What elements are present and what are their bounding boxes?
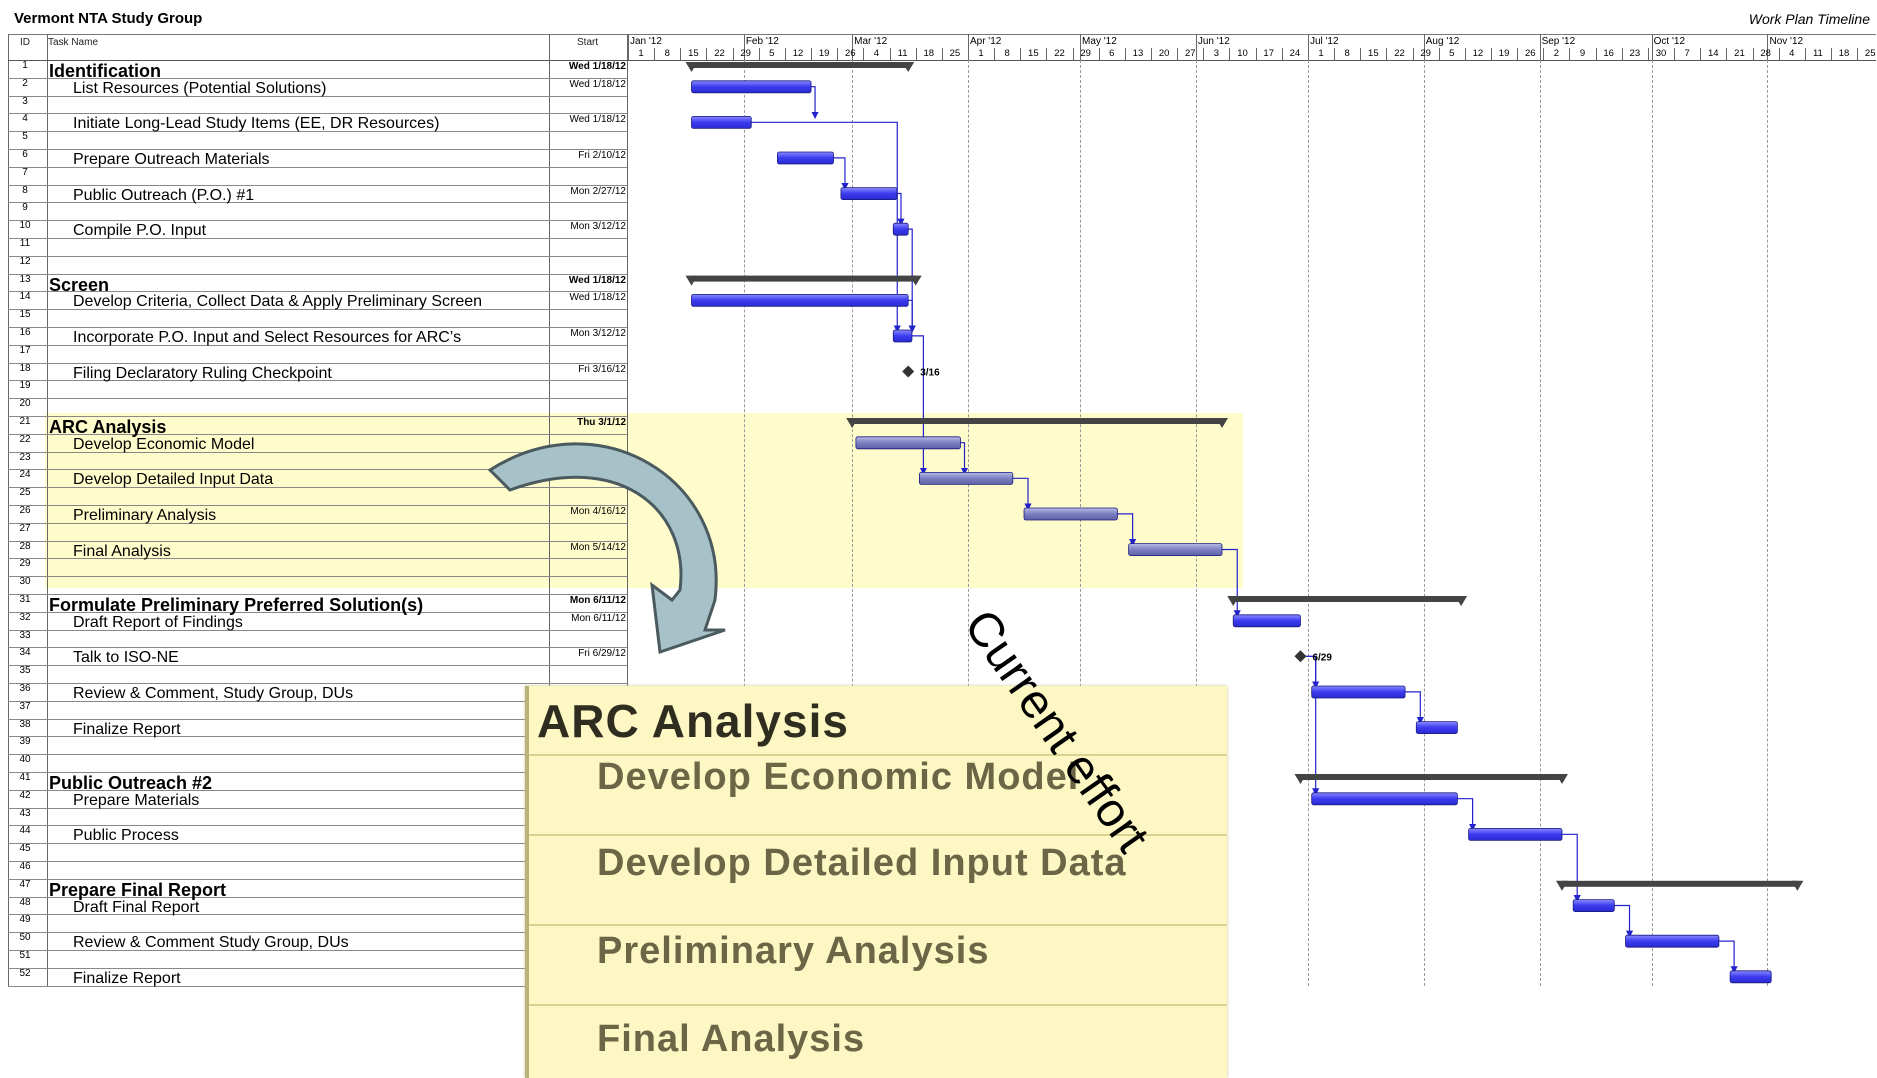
dependency-link xyxy=(908,299,916,333)
task-bar xyxy=(840,187,898,201)
task-bar xyxy=(1311,792,1458,806)
task-bar xyxy=(1625,934,1720,948)
zoom-title: ARC Analysis xyxy=(537,695,849,747)
summary-bar xyxy=(691,275,916,282)
summary-bar xyxy=(1233,596,1462,602)
dependency-link xyxy=(1300,655,1320,796)
milestone-diamond xyxy=(1294,650,1307,663)
task-bar xyxy=(1572,899,1615,912)
task-bar xyxy=(1311,685,1406,699)
task-bar xyxy=(1468,828,1563,841)
zoom-item: Preliminary Analysis xyxy=(597,930,990,972)
task-bar xyxy=(777,151,834,165)
summary-bar xyxy=(1300,774,1562,780)
milestone-label: 6/29 xyxy=(1312,652,1332,663)
task-bar xyxy=(1128,543,1223,556)
dependency-link xyxy=(1457,798,1477,831)
gantt-stage: Vermont NTA Study Group Work Plan Timeli… xyxy=(0,0,1877,1078)
task-bar xyxy=(855,436,961,450)
dependency-link xyxy=(1012,477,1032,511)
dependency-link xyxy=(1614,904,1634,938)
task-bar xyxy=(1415,721,1458,734)
milestone-diamond xyxy=(902,365,915,378)
dependency-link xyxy=(960,442,969,475)
task-bar xyxy=(892,329,913,343)
task-bar xyxy=(691,80,812,94)
zoom-item: Final Analysis xyxy=(597,1018,866,1060)
zoom-item: Develop Detailed Input Data xyxy=(597,842,1127,884)
dependency-link xyxy=(1718,940,1738,974)
zoom-divider xyxy=(529,1004,1227,1006)
task-bar xyxy=(919,471,1014,485)
milestone-label: 3/16 xyxy=(920,368,940,379)
dependency-link xyxy=(1117,513,1137,547)
summary-bar xyxy=(691,62,909,68)
dependency-link xyxy=(1222,548,1241,618)
task-bar xyxy=(1232,614,1301,628)
zoom-callout-panel: ARC Analysis Develop Economic Model Deve… xyxy=(525,686,1227,1078)
zoom-divider xyxy=(529,924,1227,926)
dependency-link xyxy=(1405,691,1424,725)
dependency-link xyxy=(833,157,849,191)
summary-bar xyxy=(852,418,1223,424)
task-bar xyxy=(1729,970,1772,984)
dependency-link xyxy=(1562,833,1581,903)
summary-bar xyxy=(1562,880,1798,887)
task-bar xyxy=(892,222,909,236)
task-bar xyxy=(691,116,752,129)
zoom-item: Develop Economic Model xyxy=(597,756,1080,798)
dependency-link xyxy=(811,86,819,120)
task-bar xyxy=(1023,507,1118,521)
task-bar xyxy=(691,293,909,307)
dependency-link xyxy=(911,335,928,475)
